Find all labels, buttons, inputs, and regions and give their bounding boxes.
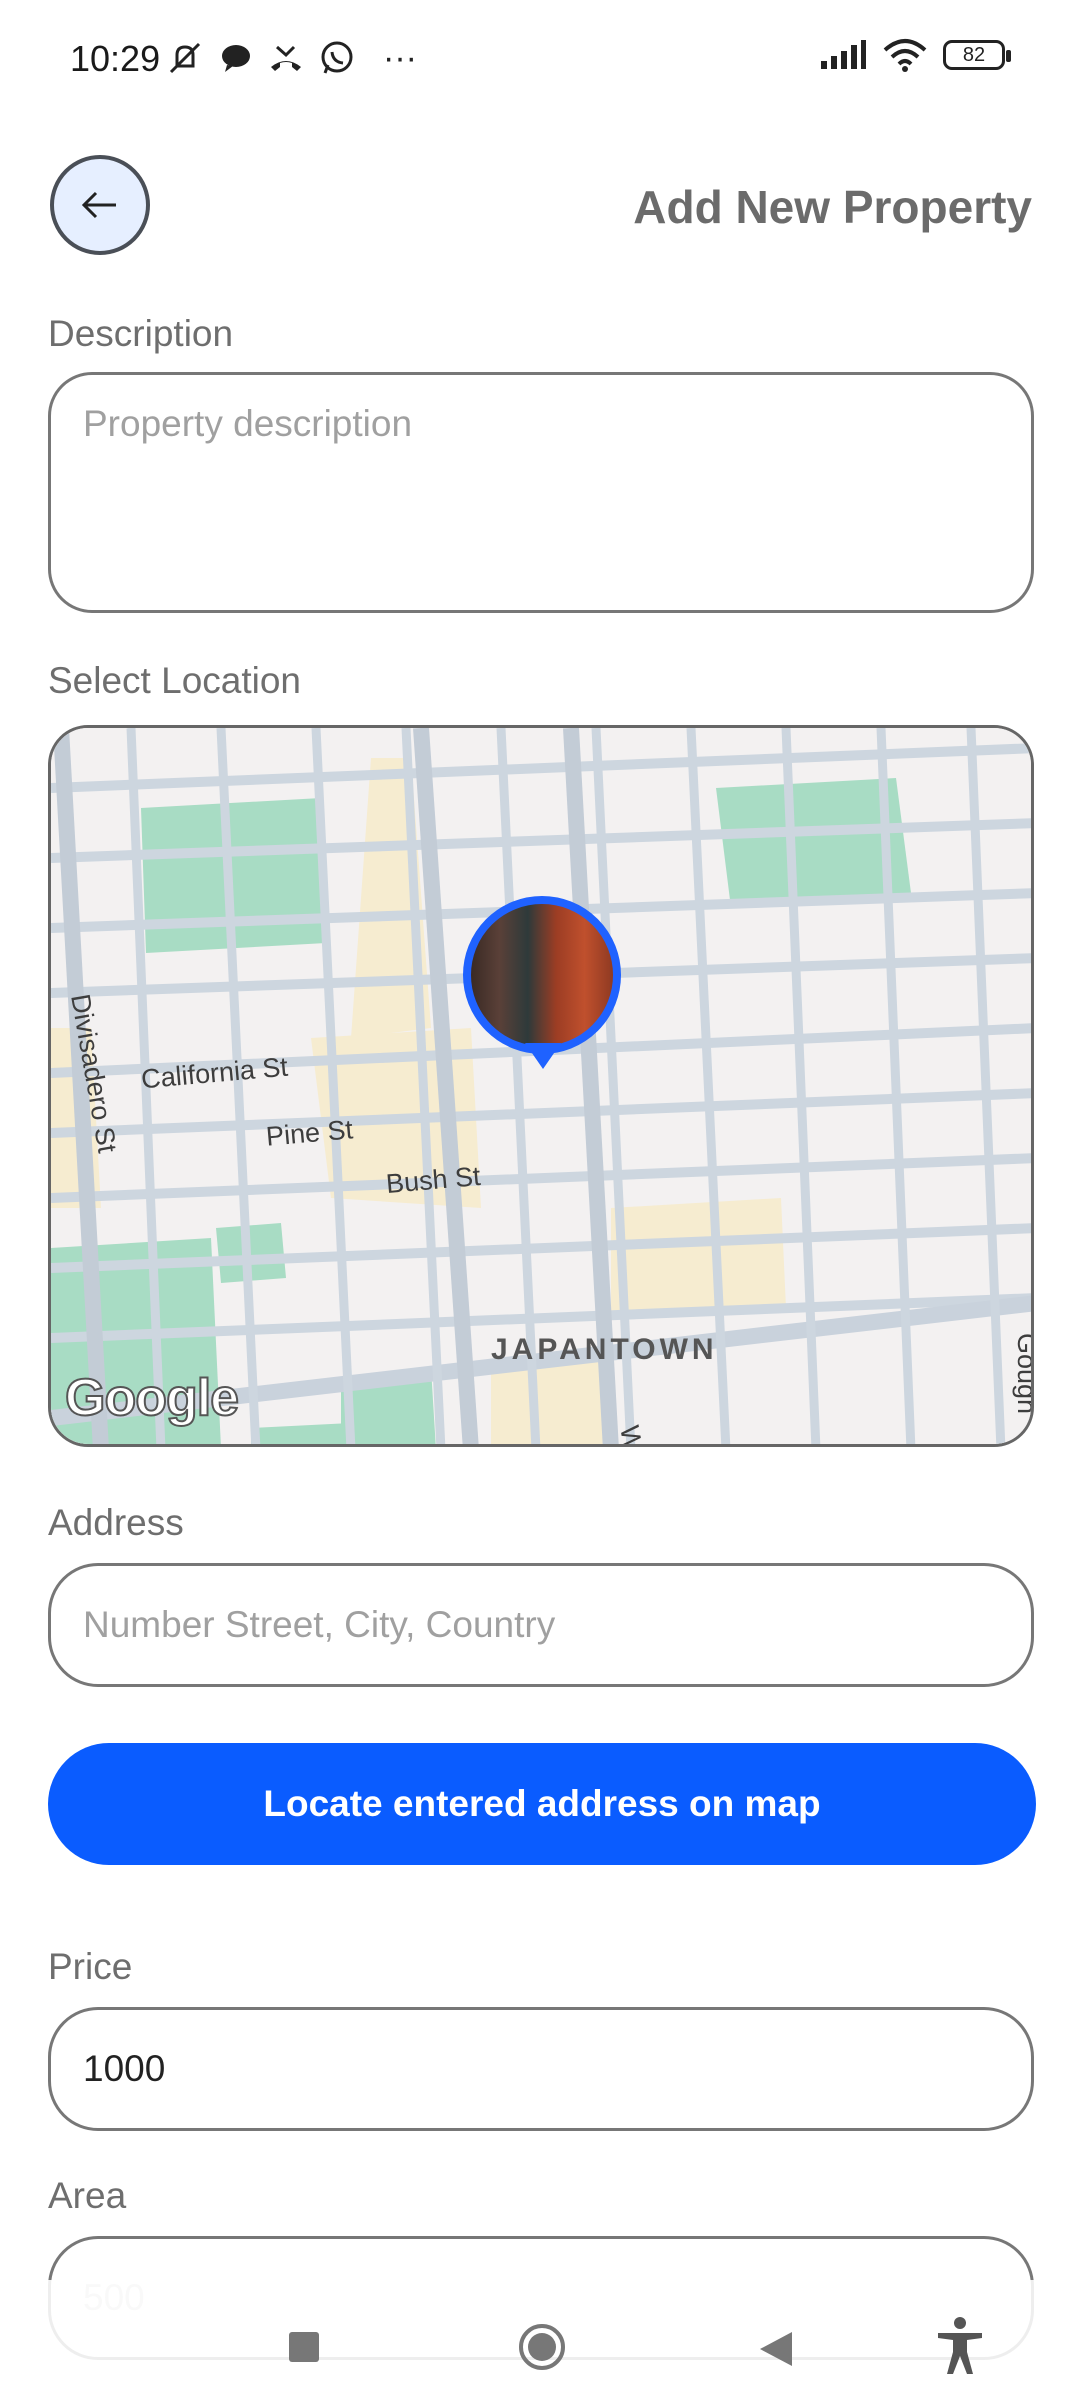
chat-icon: [222, 45, 250, 72]
location-label: Select Location: [48, 660, 302, 701]
address-label: Address: [48, 1502, 184, 1543]
missed-call-icon: [271, 45, 301, 71]
price-label: Price: [48, 1946, 133, 1987]
back-nav-icon[interactable]: [758, 2330, 794, 2368]
description-input[interactable]: Property description: [48, 372, 1034, 613]
location-map[interactable]: California St Pine St Bush St Divisadero…: [48, 725, 1034, 1447]
battery-icon: 82: [943, 40, 1011, 70]
page-title: Add New Property: [633, 181, 1032, 233]
battery-level: 82: [962, 43, 986, 66]
map-label-japantown: JAPANTOWN: [491, 1333, 718, 1366]
status-bar: 10:29 ··· 82: [0, 0, 1080, 120]
home-icon[interactable]: [518, 2323, 566, 2371]
accessibility-icon[interactable]: [935, 2316, 985, 2376]
back-button[interactable]: [50, 155, 150, 255]
wifi-icon: [883, 39, 927, 72]
system-icons: 82: [819, 38, 1011, 72]
description-label: Description: [48, 313, 234, 354]
map-label-partial-street: W: [614, 1423, 649, 1447]
whatsapp-icon: [321, 41, 353, 74]
price-value: 1000: [83, 2048, 166, 2089]
property-pin[interactable]: [463, 896, 621, 1054]
more-notifications-icon: ···: [383, 38, 417, 77]
locate-address-button[interactable]: Locate entered address on map: [48, 1743, 1036, 1865]
pin-pointer: [525, 1043, 561, 1069]
address-input[interactable]: Number Street, City, Country: [48, 1563, 1034, 1687]
google-logo: Google: [64, 1368, 240, 1428]
recents-icon[interactable]: [287, 2330, 321, 2364]
mute-icon: [169, 42, 201, 74]
notification-icons: ···: [165, 38, 417, 78]
arrow-left-icon: [81, 191, 116, 219]
signal-icon: [821, 40, 866, 69]
address-placeholder: Number Street, City, Country: [83, 1604, 556, 1645]
description-placeholder: Property description: [83, 403, 413, 444]
price-input[interactable]: 1000: [48, 2007, 1034, 2131]
status-time: 10:29: [70, 38, 161, 79]
area-label: Area: [48, 2175, 127, 2216]
map-label-gough: Gough: [1012, 1332, 1034, 1415]
